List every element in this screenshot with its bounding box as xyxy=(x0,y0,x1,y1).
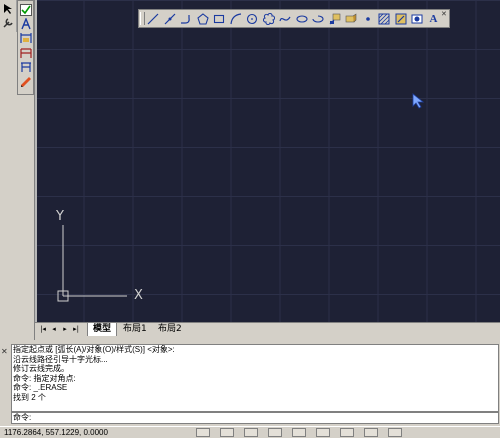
table-style-icon[interactable] xyxy=(20,47,32,59)
command-history-line: 沿云线路径引导十字光标... xyxy=(13,354,108,364)
command-history-line: 命令: _.ERASE xyxy=(13,383,68,392)
last-tab-arrow-icon[interactable]: ▸| xyxy=(72,325,80,334)
prev-tab-arrow-icon[interactable]: ◂ xyxy=(50,325,58,334)
layout-tabs-bar: |◂ ◂ ▸ ▸| 模型 布局1 布局2 xyxy=(35,322,500,336)
ucs-x-label: X xyxy=(134,288,143,303)
coordinates-readout: 1176.2864, 557.1229, 0.0000 xyxy=(4,428,108,437)
toolbar-grip[interactable] xyxy=(140,12,145,25)
spline-icon[interactable] xyxy=(277,11,293,26)
polyline-icon[interactable] xyxy=(178,11,194,26)
plot-style-icon[interactable] xyxy=(20,61,32,73)
pencil-icon[interactable] xyxy=(20,76,32,88)
left-mini-toolbar xyxy=(0,0,17,32)
draw-toolbar[interactable]: A ✕ xyxy=(138,9,450,28)
tab-layout1[interactable]: 布局1 xyxy=(118,323,152,336)
pointer-icon[interactable] xyxy=(2,3,14,15)
multiline-text-label: A xyxy=(429,12,438,25)
tab-model[interactable]: 模型 xyxy=(87,323,118,336)
rectangle-icon[interactable] xyxy=(211,11,227,26)
ucs-icon xyxy=(57,225,127,302)
line-icon[interactable] xyxy=(145,11,161,26)
dim-style-icon[interactable] xyxy=(20,32,32,44)
status-bar: 1176.2864, 557.1229, 0.0000 xyxy=(0,426,500,438)
osnap-button[interactable] xyxy=(292,428,306,437)
drawing-canvas[interactable]: Y X xyxy=(35,0,500,322)
ortho-button[interactable] xyxy=(244,428,258,437)
text-style-icon[interactable] xyxy=(20,17,32,30)
ducs-button[interactable] xyxy=(340,428,354,437)
polar-button[interactable] xyxy=(268,428,282,437)
dyn-button[interactable] xyxy=(364,428,378,437)
hatch-icon[interactable] xyxy=(376,11,392,26)
style-toolbar xyxy=(17,0,34,95)
toolbar-close-icon[interactable]: ✕ xyxy=(441,11,448,18)
make-block-icon[interactable] xyxy=(343,11,359,26)
multiline-text-icon[interactable]: A xyxy=(426,11,442,26)
point-icon[interactable] xyxy=(360,11,376,26)
tab-layout2[interactable]: 布局2 xyxy=(153,323,187,336)
arc-icon[interactable] xyxy=(228,11,244,26)
command-input[interactable]: 命令: xyxy=(11,412,499,424)
first-tab-arrow-icon[interactable]: |◂ xyxy=(39,325,47,334)
polygon-icon[interactable] xyxy=(195,11,211,26)
left-toolbar xyxy=(0,0,35,341)
snap-button[interactable] xyxy=(196,428,210,437)
region-icon[interactable] xyxy=(409,11,425,26)
checkmark-icon[interactable] xyxy=(20,4,32,16)
construction-line-icon[interactable] xyxy=(162,11,178,26)
command-history-line: 找到 2 个 xyxy=(13,392,46,402)
next-tab-arrow-icon[interactable]: ▸ xyxy=(61,325,69,334)
circle-icon[interactable] xyxy=(244,11,260,26)
command-history-line: 修订云线完成。 xyxy=(13,364,69,373)
command-window-grip[interactable]: ✕ xyxy=(0,346,10,416)
ellipse-icon[interactable] xyxy=(294,11,310,26)
ellipse-arc-icon[interactable] xyxy=(310,11,326,26)
command-history-line: 指定起点或 [弧长(A)/对象(O)/样式(S)] <对象>: xyxy=(13,345,175,354)
wrench-icon[interactable] xyxy=(2,17,14,29)
command-history-line: 命令: 指定对角点: xyxy=(13,373,76,383)
command-window: ✕ 指定起点或 [弧长(A)/对象(O)/样式(S)] <对象>: 沿云线路径引… xyxy=(0,340,500,426)
insert-block-icon[interactable] xyxy=(327,11,343,26)
command-close-icon[interactable]: ✕ xyxy=(1,348,8,356)
otrack-button[interactable] xyxy=(316,428,330,437)
grid-button[interactable] xyxy=(220,428,234,437)
gradient-icon[interactable] xyxy=(393,11,409,26)
revision-cloud-icon[interactable] xyxy=(261,11,277,26)
cursor-icon xyxy=(412,93,425,109)
ucs-y-label: Y xyxy=(56,209,64,224)
lineweight-button[interactable] xyxy=(388,428,402,437)
command-history[interactable]: 指定起点或 [弧长(A)/对象(O)/样式(S)] <对象>: 沿云线路径引导十… xyxy=(11,344,499,412)
